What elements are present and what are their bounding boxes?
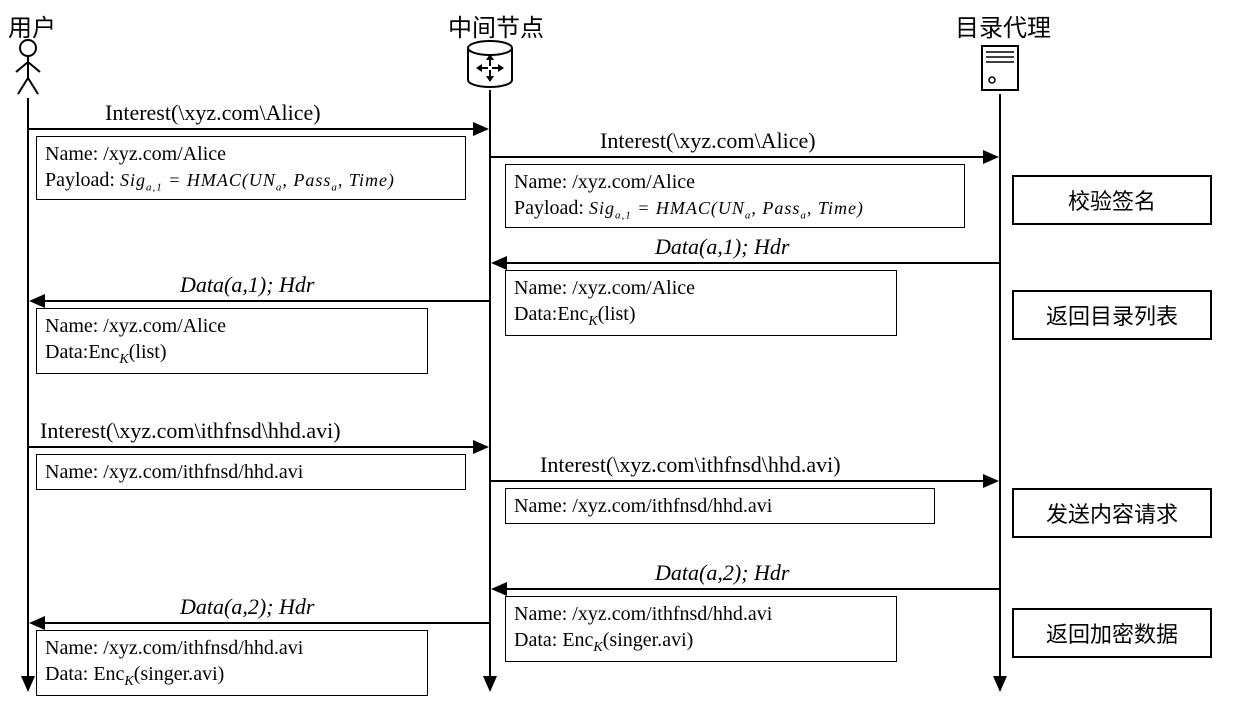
middle-node-icon	[466, 40, 514, 90]
box-data1r-name: Name: /xyz.com/Alice	[514, 275, 888, 301]
box-data2l-name: Name: /xyz.com/ithfnsd/hhd.avi	[45, 635, 419, 661]
box-data2-left: Name: /xyz.com/ithfnsd/hhd.avi Data: Enc…	[36, 630, 428, 696]
msg-interest1b-label: Interest(\xyz.com\Alice)	[600, 128, 816, 154]
box-interest1-right: Name: /xyz.com/Alice Payload: Siga,1 = H…	[505, 164, 965, 228]
box3r-name: Name: /xyz.com/ithfnsd/hhd.avi	[514, 493, 926, 519]
msg-data1-arrow	[491, 256, 507, 270]
action-send-content-request: 发送内容请求	[1012, 488, 1212, 538]
action-return-dir-list: 返回目录列表	[1012, 290, 1212, 340]
user-icon	[12, 38, 44, 98]
box3l-name: Name: /xyz.com/ithfnsd/hhd.avi	[45, 459, 457, 485]
box-data2l-data: Data: EncK(singer.avi)	[45, 661, 419, 691]
msg-data1-label: Data(a,1); Hdr	[655, 234, 789, 260]
lifeline-user-arrow	[21, 676, 35, 692]
msg-interest2b-label: Interest(\xyz.com\ithfnsd\hhd.avi)	[540, 452, 841, 478]
lifeline-middle-arrow	[483, 676, 497, 692]
box1b-name: Name: /xyz.com/Alice	[514, 169, 956, 195]
msg-interest1b-arrow	[983, 150, 999, 164]
box-interest2-left: Name: /xyz.com/ithfnsd/hhd.avi	[36, 454, 466, 490]
msg-data2b-label: Data(a,2); Hdr	[180, 594, 314, 620]
proxy-server-icon	[980, 44, 1020, 94]
box-data2r-data: Data: EncK(singer.avi)	[514, 627, 888, 657]
box-interest2-right: Name: /xyz.com/ithfnsd/hhd.avi	[505, 488, 935, 524]
action-verify-signature: 校验签名	[1012, 175, 1212, 225]
box1b-payload: Payload: Siga,1 = HMAC(UNa, Passa, Time)	[514, 195, 956, 223]
msg-interest2b-line	[491, 480, 985, 482]
box-data1l-name: Name: /xyz.com/Alice	[45, 313, 419, 339]
sequence-diagram: 用户 中间节点 目录代理 Interest(\xyz.co	[0, 0, 1239, 716]
msg-data1b-line	[43, 300, 489, 302]
msg-data2-arrow	[491, 582, 507, 596]
msg-interest2-line	[29, 446, 475, 448]
lifeline-proxy	[999, 94, 1001, 678]
msg-interest1-arrow	[473, 122, 489, 136]
box-data2r-name: Name: /xyz.com/ithfnsd/hhd.avi	[514, 601, 888, 627]
actor-proxy-label: 目录代理	[955, 8, 1051, 43]
box-interest1-left: Name: /xyz.com/Alice Payload: Siga,1 = H…	[36, 136, 466, 200]
msg-interest1b-line	[491, 156, 985, 158]
msg-data1b-arrow	[29, 294, 45, 308]
box-data1l-data: Data:EncK(list)	[45, 339, 419, 369]
msg-data1-line	[505, 262, 999, 264]
lifeline-proxy-arrow	[993, 676, 1007, 692]
box-data1-left: Name: /xyz.com/Alice Data:EncK(list)	[36, 308, 428, 374]
msg-interest1-label: Interest(\xyz.com\Alice)	[105, 100, 321, 126]
msg-data2-line	[505, 588, 999, 590]
msg-data2b-line	[43, 622, 489, 624]
box1-payload: Payload: Siga,1 = HMAC(UNa, Passa, Time)	[45, 167, 457, 195]
box-data1r-data: Data:EncK(list)	[514, 301, 888, 331]
msg-interest2-arrow	[473, 440, 489, 454]
msg-data1b-label: Data(a,1); Hdr	[180, 272, 314, 298]
msg-data2-label: Data(a,2); Hdr	[655, 560, 789, 586]
msg-interest2-label: Interest(\xyz.com\ithfnsd\hhd.avi)	[40, 418, 341, 444]
box-data2-right: Name: /xyz.com/ithfnsd/hhd.avi Data: Enc…	[505, 596, 897, 662]
msg-data2b-arrow	[29, 616, 45, 630]
msg-interest1-line	[29, 128, 475, 130]
box1-name: Name: /xyz.com/Alice	[45, 141, 457, 167]
lifeline-user	[27, 98, 29, 678]
action-return-encrypted-data: 返回加密数据	[1012, 608, 1212, 658]
msg-interest2b-arrow	[983, 474, 999, 488]
actor-middle-label: 中间节点	[448, 8, 544, 43]
box-data1-right: Name: /xyz.com/Alice Data:EncK(list)	[505, 270, 897, 336]
